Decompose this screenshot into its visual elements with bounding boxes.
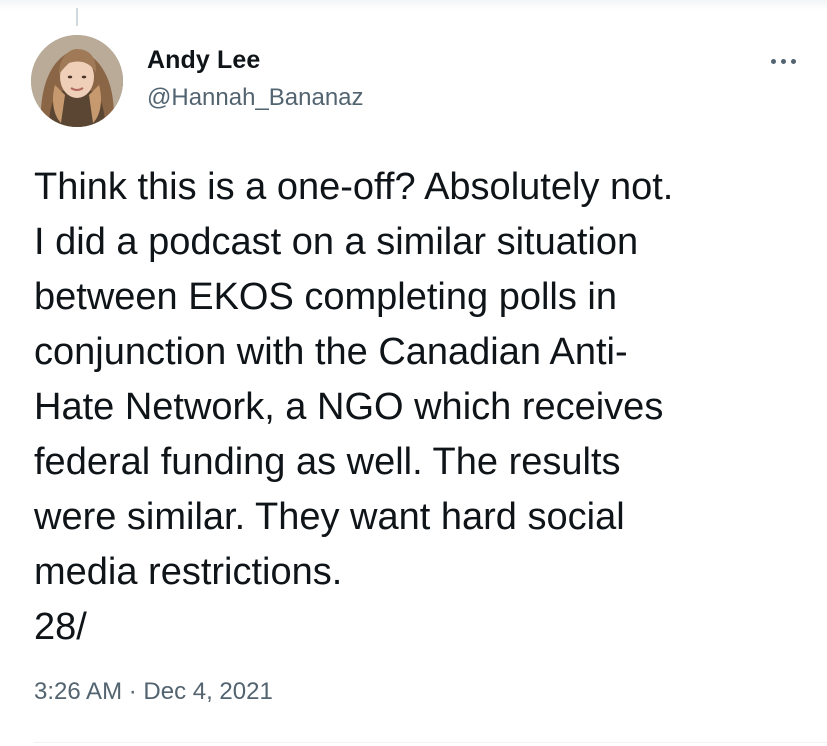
top-edge-shade: [0, 0, 827, 10]
author-display-name[interactable]: Andy Lee: [147, 46, 260, 75]
tweet-text-line: federal funding as well. The results: [34, 441, 621, 483]
avatar-photo-icon: [31, 35, 123, 127]
tweet-text-line: conjunction with the Canadian Anti-: [34, 331, 628, 373]
tweet-text-line: 28/: [34, 606, 87, 648]
tweet-text-line: I did a podcast on a similar situation: [34, 221, 639, 263]
divider: [34, 742, 827, 743]
tweet-text-line: media restrictions.: [34, 551, 343, 593]
tweet-timestamp[interactable]: 3:26 AM · Dec 4, 2021: [34, 678, 273, 706]
author-handle[interactable]: @Hannah_Bananaz: [147, 84, 364, 112]
tweet-text-line: Think this is a one-off? Absolutely not.: [34, 166, 674, 208]
tweet-text-line: Hate Network, a NGO which receives: [34, 386, 664, 428]
thread-connector-line: [76, 8, 78, 26]
tweet-text-line: were similar. They want hard social: [34, 496, 625, 538]
tweet-text: Think this is a one-off? Absolutely not.…: [34, 160, 814, 655]
avatar[interactable]: [31, 35, 123, 127]
more-horizontal-icon: [770, 58, 796, 64]
more-options-button[interactable]: [758, 44, 808, 78]
tweet-text-line: between EKOS completing polls in: [34, 276, 617, 318]
